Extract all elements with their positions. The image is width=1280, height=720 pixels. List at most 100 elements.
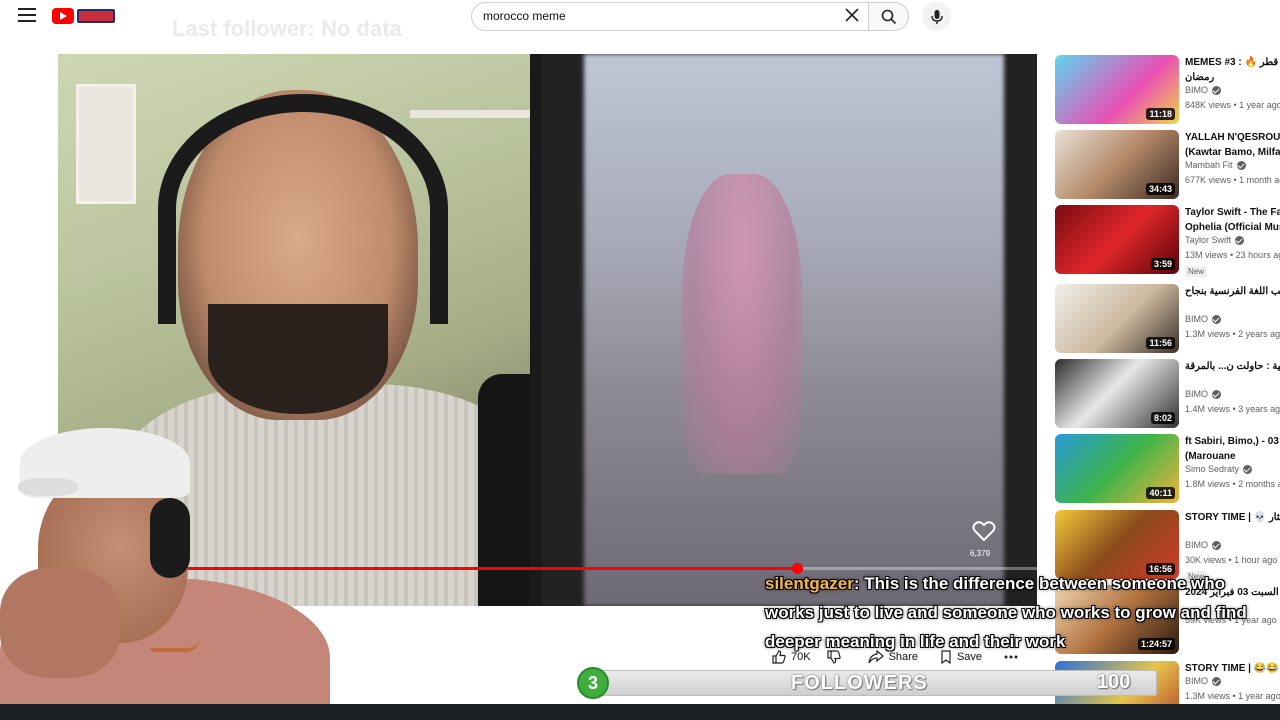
channel-name[interactable]: Simo Sedraty [1185, 464, 1253, 474]
video-title-line: MEMES #3 : 🔥 قطر [1185, 57, 1279, 68]
channel-label: BIMO [1185, 85, 1209, 95]
video-thumbnail[interactable]: 11:56 [1055, 284, 1179, 353]
recommended-video[interactable]: 3:59 Taylor Swift - The Fat Ophelia (Offi… [1055, 205, 1280, 277]
stream-overlay-last-follower: Last follower: No data [172, 16, 402, 41]
menu-icon[interactable] [18, 8, 36, 22]
video-title-line: (Marouane [1185, 451, 1236, 462]
follower-goal-bar: 3 FOLLOWERS 100 [577, 667, 1157, 699]
video-title-line: ليلية : حاولت ن... بالمرقة ! [1185, 361, 1280, 372]
video-meta: 1.8M views • 2 months a [1185, 479, 1280, 489]
screen: Last follower: No data morocco meme 6,37… [0, 0, 1280, 720]
channel-name[interactable]: BIMO [1185, 389, 1222, 399]
video-meta: 848K views • 1 year ago [1185, 100, 1280, 110]
verified-icon [1212, 540, 1222, 550]
video-title[interactable]: ليلية : حاولت ن... بالمرقة ! [1185, 359, 1280, 389]
channel-name[interactable]: BIMO [1185, 314, 1222, 324]
video-thumbnail[interactable]: 40:11 [1055, 434, 1179, 503]
video-title[interactable]: ft Sabiri, Bimo,) - 03 (Marouane [1185, 434, 1280, 464]
channel-label: BIMO [1185, 389, 1209, 399]
channel-name[interactable]: Mambah Fit [1185, 160, 1246, 170]
streamer-facecam [0, 428, 345, 720]
recommended-video[interactable]: 34:43 YALLAH N'QESROU (Kawtar Bamo, Milfa… [1055, 130, 1280, 199]
search-icon [881, 9, 896, 24]
bottom-strip [0, 704, 1280, 720]
video-title-line: تم تعذيب اللغة الفرنسية بنجاح [1185, 286, 1280, 297]
play-logo-icon [52, 8, 74, 24]
verified-icon [1236, 160, 1246, 170]
video-title[interactable]: تم تعذيب اللغة الفرنسية بنجاح [1185, 284, 1280, 314]
recommended-video[interactable]: 11:18 MEMES #3 : 🔥 قطر رمضان BIMO 848K vi… [1055, 55, 1280, 124]
video-title[interactable]: MEMES #3 : 🔥 قطر رمضان [1185, 55, 1280, 85]
verified-icon [1243, 464, 1253, 474]
verified-icon [1212, 85, 1222, 95]
top-bar: Last follower: No data [0, 0, 1280, 41]
verified-icon [1235, 235, 1245, 245]
video-title-line: YALLAH N'QESROU [1185, 132, 1280, 143]
video-duration: 8:02 [1150, 412, 1175, 424]
channel-label: BIMO [1185, 676, 1209, 686]
clip-video: 6,379 [542, 54, 1037, 606]
video-title-line: STORY TIME | 💀 الثار [1185, 512, 1280, 523]
verified-icon [1212, 389, 1222, 399]
video-title-line: Ophelia (Official Mus [1185, 222, 1280, 233]
clip-like-count: 6,379 [970, 549, 991, 558]
chat-message-overlay: silentgazer: This is the difference betw… [765, 569, 1275, 656]
chat-username: silentgazer [765, 574, 854, 593]
channel-label: Simo Sedraty [1185, 464, 1240, 474]
video-title-line: STORY TIME | 😂😂 [1185, 663, 1279, 674]
search-box[interactable] [471, 2, 869, 31]
wall-frame [76, 84, 136, 204]
channel-name[interactable]: Taylor Swift [1185, 235, 1245, 245]
goal-current-count: 3 [577, 667, 609, 699]
video-duration: 11:18 [1146, 108, 1175, 120]
clear-search-icon[interactable] [844, 7, 860, 23]
recommended-video[interactable]: 40:11 ft Sabiri, Bimo,) - 03 (Marouane Si… [1055, 434, 1280, 503]
video-thumbnail[interactable]: 11:18 [1055, 55, 1179, 124]
verified-icon [1212, 676, 1222, 686]
video-thumbnail[interactable]: 34:43 [1055, 130, 1179, 199]
channel-label: Mambah Fit [1185, 160, 1233, 170]
video-duration: 34:43 [1145, 183, 1175, 195]
video-title-line: رمضان [1185, 72, 1215, 83]
cap-brim [18, 478, 78, 496]
video-meta: 13M views • 23 hours ago [1185, 250, 1280, 260]
channel-label: BIMO [1185, 314, 1209, 324]
video-meta: 1.4M views • 3 years ago [1185, 404, 1280, 414]
video-duration: 3:59 [1150, 258, 1175, 270]
verified-icon [1212, 314, 1222, 324]
channel-name[interactable]: BIMO [1185, 540, 1222, 550]
voice-search-button[interactable] [922, 2, 951, 31]
search-input[interactable] [483, 9, 823, 23]
youtube-logo[interactable] [52, 7, 118, 25]
channel-label: BIMO [1185, 540, 1209, 550]
wall-shelf [410, 110, 530, 118]
video-meta: 677K views • 1 month ago [1185, 175, 1280, 185]
goal-label: FOLLOWERS [791, 672, 928, 694]
goal-target-count: 100 [1097, 671, 1131, 693]
country-logo-icon [77, 9, 115, 23]
video-meta: 1.3M views • 2 years ago [1185, 329, 1280, 339]
video-title-line: (Kawtar Bamo, Milfay [1185, 147, 1280, 158]
video-title-line: ft Sabiri, Bimo,) - 03 [1185, 436, 1279, 447]
video-title[interactable]: Taylor Swift - The Fat Ophelia (Official … [1185, 205, 1280, 235]
video-title[interactable]: STORY TIME | 💀 الثار [1185, 510, 1280, 540]
video-thumbnail[interactable]: 8:02 [1055, 359, 1179, 428]
new-badge: New [1185, 266, 1208, 277]
recommended-video[interactable]: 11:56 تم تعذيب اللغة الفرنسية بنجاح BIMO… [1055, 284, 1280, 353]
headphones-graphic [158, 94, 448, 324]
search-button[interactable] [869, 2, 909, 31]
video-duration: 40:11 [1146, 487, 1175, 499]
microphone-icon [930, 9, 943, 24]
swoosh-logo-icon [150, 638, 200, 652]
channel-name[interactable]: BIMO [1185, 85, 1222, 95]
clip-figure [682, 174, 802, 474]
video-title-line: Taylor Swift - The Fat [1185, 207, 1280, 218]
channel-name[interactable]: BIMO [1185, 676, 1222, 686]
video-meta: 1.3M views • 1 year ago [1185, 691, 1280, 701]
recommended-video[interactable]: 8:02 ليلية : حاولت ن... بالمرقة ! BIMO 1… [1055, 359, 1280, 428]
video-thumbnail[interactable]: 3:59 [1055, 205, 1179, 274]
channel-label: Taylor Swift [1185, 235, 1232, 245]
streamer-headphones [150, 498, 190, 578]
video-title[interactable]: YALLAH N'QESROU (Kawtar Bamo, Milfay [1185, 130, 1280, 160]
heart-icon[interactable] [972, 520, 996, 542]
